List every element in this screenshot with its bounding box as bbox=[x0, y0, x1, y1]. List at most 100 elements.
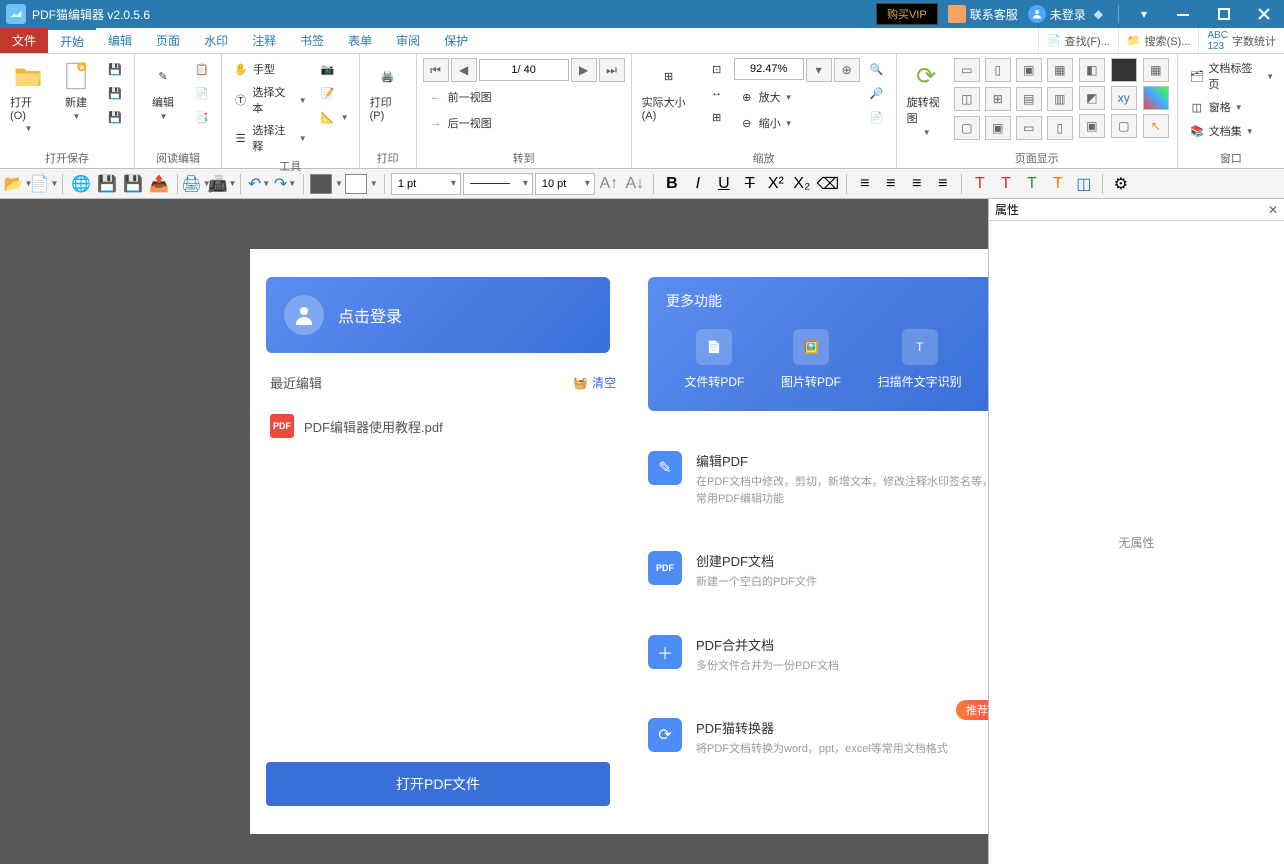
clear-recent-button[interactable]: 🧺 清空 bbox=[573, 373, 616, 392]
line-style-select[interactable] bbox=[463, 173, 533, 195]
save-button[interactable]: 💾 bbox=[102, 58, 128, 80]
align-justify-button[interactable]: ≡ bbox=[931, 172, 955, 196]
new-button[interactable]: ★ 新建▼ bbox=[54, 58, 98, 123]
qt-print-button[interactable]: 🖨▼ bbox=[184, 172, 208, 196]
text-tool-3[interactable]: T bbox=[1020, 172, 1044, 196]
fit-visible-button[interactable]: ⊞ bbox=[704, 106, 730, 128]
disp-2-button[interactable] bbox=[1111, 58, 1137, 82]
image-to-pdf-button[interactable]: 🖼️ 图片转PDF bbox=[781, 329, 841, 390]
tool-edit-pdf[interactable]: ✎ 编辑PDF在PDF文档中修改，剪切，新增文本，修改注释水印签名等，常用PDF… bbox=[648, 451, 988, 507]
layout-8-button[interactable]: ▯ bbox=[1047, 116, 1073, 140]
align-left-button[interactable]: ≡ bbox=[853, 172, 877, 196]
next-page-button[interactable]: ▶ bbox=[571, 58, 597, 82]
file-to-pdf-button[interactable]: 📄 文件转PDF bbox=[684, 329, 744, 390]
open-button[interactable]: 打开(O)▼ bbox=[6, 58, 50, 135]
qt-web-button[interactable]: 🌐 bbox=[69, 172, 93, 196]
text-tool-button[interactable]: 📝 bbox=[315, 82, 353, 104]
wordcount-button[interactable]: ABC123 字数统计 bbox=[1198, 28, 1284, 53]
maximize-button[interactable] bbox=[1204, 0, 1244, 28]
open-pdf-button[interactable]: 打开PDF文件 bbox=[266, 762, 610, 806]
qt-undo-button[interactable]: ↶▼ bbox=[247, 172, 271, 196]
edit-mode-button[interactable]: ✎ 编辑▼ bbox=[141, 58, 185, 123]
copy-button[interactable]: 📋 bbox=[189, 58, 215, 80]
zoom-in-button[interactable]: ⊕放大▼ bbox=[734, 86, 860, 108]
two-page-button[interactable]: ▣ bbox=[1016, 58, 1042, 82]
select-text-button[interactable]: Ⓣ选择文本▼ bbox=[228, 82, 311, 118]
single-page-button[interactable]: ▭ bbox=[954, 58, 980, 82]
italic-button[interactable]: I bbox=[686, 172, 710, 196]
panes-button[interactable]: ◫窗格▼ bbox=[1184, 96, 1278, 118]
fit-page-button[interactable]: ⊡ bbox=[704, 58, 730, 80]
print-button[interactable]: 🖨️ 打印(P) bbox=[366, 58, 410, 124]
fill-color-button[interactable] bbox=[310, 174, 332, 194]
first-page-button[interactable]: ⏮ bbox=[423, 58, 449, 82]
paste-button[interactable]: 📄 bbox=[189, 82, 215, 104]
font-decrease-button[interactable]: A↓ bbox=[623, 172, 647, 196]
search-button[interactable]: 📁 搜索(S)... bbox=[1118, 28, 1199, 53]
pan-zoom-button[interactable]: 📄 bbox=[864, 106, 890, 128]
buy-vip-button[interactable]: 购买VIP bbox=[876, 3, 938, 25]
underline-button[interactable]: U bbox=[712, 172, 736, 196]
rotate-view-button[interactable]: ⟳ 旋转视图▼ bbox=[903, 58, 950, 139]
disp-1-button[interactable]: ◧ bbox=[1079, 58, 1105, 82]
tab-annotate[interactable]: 注释 bbox=[240, 28, 288, 53]
select-annot-button[interactable]: ☰选择注释▼ bbox=[228, 120, 311, 156]
tab-file[interactable]: 文件 bbox=[0, 28, 48, 53]
settings-quick-button[interactable]: ⚙ bbox=[1109, 172, 1133, 196]
align-center-button[interactable]: ≡ bbox=[879, 172, 903, 196]
save-special-button[interactable]: 💾 bbox=[102, 106, 128, 128]
customer-service-button[interactable]: 联系客服 bbox=[948, 5, 1018, 23]
tab-review[interactable]: 审阅 bbox=[384, 28, 432, 53]
layout-2-button[interactable]: ⊞ bbox=[985, 87, 1011, 111]
font-size-select[interactable]: 10 pt bbox=[535, 173, 595, 195]
qt-save-button[interactable]: 💾 bbox=[95, 172, 119, 196]
qt-export-button[interactable]: 📤 bbox=[147, 172, 171, 196]
text-tool-4[interactable]: T bbox=[1046, 172, 1070, 196]
account-login-button[interactable]: 未登录 ◆ bbox=[1028, 5, 1103, 23]
tab-form[interactable]: 表单 bbox=[336, 28, 384, 53]
tab-protect[interactable]: 保护 bbox=[432, 28, 480, 53]
tab-bookmark[interactable]: 书签 bbox=[288, 28, 336, 53]
doc-tabs-button[interactable]: 🗂文档标签页▼ bbox=[1184, 58, 1278, 94]
qt-save2-button[interactable]: 💾 bbox=[121, 172, 145, 196]
font-increase-button[interactable]: A↑ bbox=[597, 172, 621, 196]
text-tool-2[interactable]: T bbox=[994, 172, 1018, 196]
continuous-button[interactable]: ▯ bbox=[985, 58, 1011, 82]
next-view-button[interactable]: →后一视图 bbox=[423, 112, 625, 134]
page-indicator-input[interactable] bbox=[479, 59, 569, 81]
disp-4-button[interactable]: ◩ bbox=[1079, 86, 1105, 110]
tool-converter[interactable]: 推荐 ⟳ PDF猫转换器将PDF文档转换为word，ppt，excel等常用文档… bbox=[648, 718, 988, 758]
tool-create-pdf[interactable]: PDF 创建PDF文档新建一个空白的PDF文件 bbox=[648, 551, 988, 591]
dropdown-button[interactable]: ▾ bbox=[1124, 0, 1164, 28]
tab-watermark[interactable]: 水印 bbox=[192, 28, 240, 53]
tab-edit[interactable]: 编辑 bbox=[96, 28, 144, 53]
zoom-step-button[interactable]: ⊕ bbox=[834, 58, 860, 82]
doc-set-button[interactable]: 📚文档集▼ bbox=[1184, 120, 1278, 142]
layout-6-button[interactable]: ▣ bbox=[985, 116, 1011, 140]
zoom-dropdown[interactable]: ▾ bbox=[806, 58, 832, 82]
find-button[interactable]: 📄 查找(F)... bbox=[1038, 28, 1118, 53]
two-continuous-button[interactable]: ▦ bbox=[1047, 58, 1073, 82]
qt-open-button[interactable]: 📂▼ bbox=[6, 172, 30, 196]
layout-7-button[interactable]: ▭ bbox=[1016, 116, 1042, 140]
qt-new-button[interactable]: 📄▼ bbox=[32, 172, 56, 196]
prev-page-button[interactable]: ◀ bbox=[451, 58, 477, 82]
tab-start[interactable]: 开始 bbox=[48, 28, 96, 53]
line-width-select[interactable]: 1 pt bbox=[391, 173, 461, 195]
layout-1-button[interactable]: ◫ bbox=[954, 87, 980, 111]
actual-size-button[interactable]: ⊞ 实际大小(A) bbox=[638, 58, 700, 124]
zoom-out-button[interactable]: ⊖缩小▼ bbox=[734, 112, 860, 134]
recent-file-item[interactable]: PDF PDF编辑器使用教程.pdf bbox=[266, 406, 620, 446]
save-as-button[interactable]: 💾 bbox=[102, 82, 128, 104]
magnifier-button[interactable]: 🔍 bbox=[864, 58, 890, 80]
layout-3-button[interactable]: ▤ bbox=[1016, 87, 1042, 111]
login-card[interactable]: 点击登录 bbox=[266, 277, 610, 353]
text-tool-1[interactable]: T bbox=[968, 172, 992, 196]
snapshot-button[interactable]: 📷 bbox=[315, 58, 353, 80]
disp-8-button[interactable]: ▢ bbox=[1111, 114, 1137, 138]
disp-6-button[interactable] bbox=[1143, 86, 1169, 110]
cut-button[interactable]: 📑 bbox=[189, 106, 215, 128]
text-tool-5[interactable]: ◫ bbox=[1072, 172, 1096, 196]
disp-3-button[interactable]: ▦ bbox=[1143, 58, 1169, 82]
qt-scan-button[interactable]: 📠▼ bbox=[210, 172, 234, 196]
